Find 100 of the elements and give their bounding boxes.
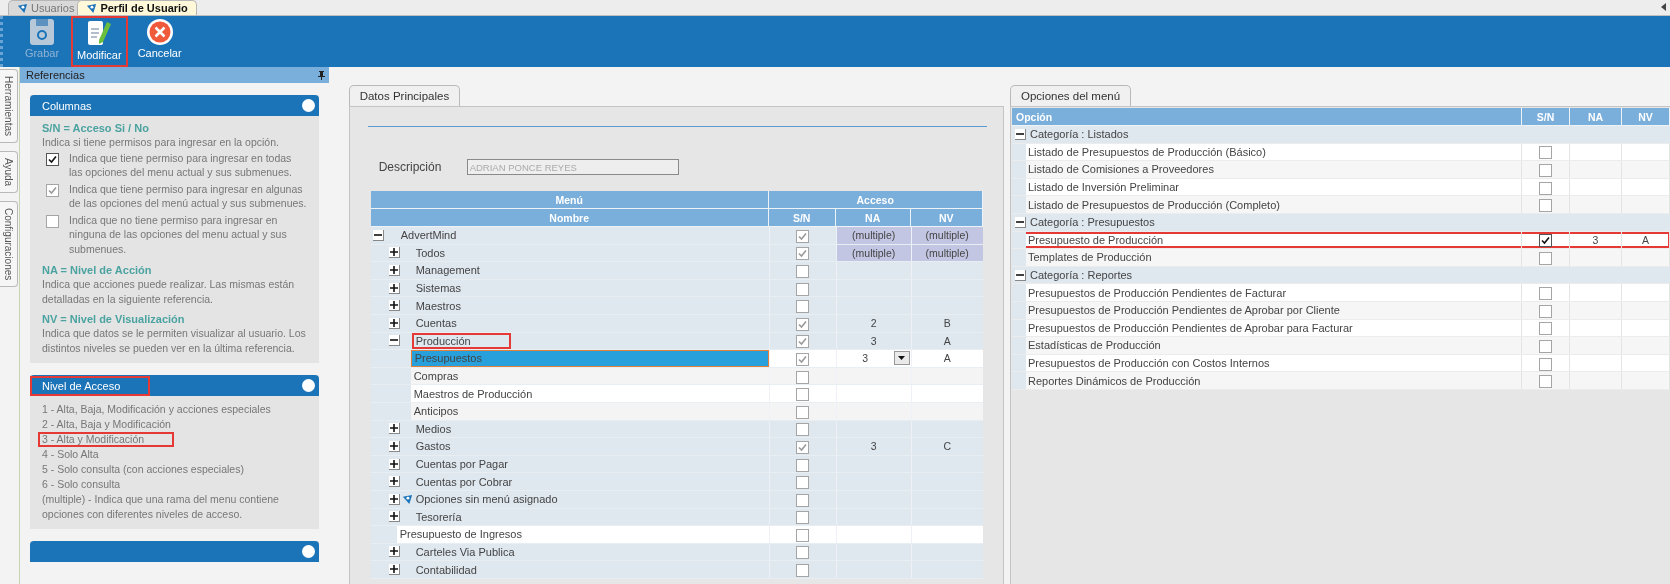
option-name: Presupuestos de Producción Pendientes de Aprobar por Cliente xyxy=(1026,301,1522,319)
edit-document-icon xyxy=(85,18,114,48)
collapse-toggle[interactable] xyxy=(388,335,400,347)
checkbox[interactable] xyxy=(796,458,810,472)
checkbox[interactable] xyxy=(796,511,810,525)
card-header[interactable]: Nivel de Acceso xyxy=(30,375,319,396)
access-level-value: 2 xyxy=(869,316,878,332)
option-name: Listado de Presupuestos de Producción (Completo) xyxy=(1026,196,1522,213)
expand-toggle[interactable] xyxy=(388,511,400,523)
checkbox[interactable] xyxy=(796,493,810,507)
checkbox[interactable] xyxy=(1539,164,1552,177)
expand-toggle[interactable] xyxy=(388,476,400,488)
checkbox[interactable] xyxy=(46,214,59,228)
checkbox[interactable] xyxy=(1539,339,1552,353)
expand-toggle[interactable] xyxy=(388,423,400,435)
checkbox[interactable] xyxy=(796,265,810,278)
menu-item-name[interactable]: Presupuesto de Ingresos xyxy=(396,526,769,543)
menu-item-name[interactable]: Todos xyxy=(411,244,446,262)
option-row[interactable]: Templates de Producción xyxy=(1012,249,1670,267)
card-title: Columnas xyxy=(41,98,93,114)
legend-text: Indica que no tiene permiso para ingresar en ninguna de las opciones del menu actual y sus submenues. xyxy=(69,212,288,256)
checkbox[interactable] xyxy=(1539,287,1552,301)
menu-item-name[interactable]: Gastos xyxy=(411,438,451,455)
menu-item-name[interactable]: Tesorería xyxy=(411,508,462,526)
logo-icon xyxy=(86,2,98,14)
expand-toggle[interactable] xyxy=(388,300,400,312)
collapse-toggle[interactable] xyxy=(1015,269,1026,281)
collapse-icon[interactable] xyxy=(301,545,315,558)
option-row[interactable]: Listado de Presupuestos de Producción (Completo) xyxy=(1012,196,1670,214)
edit-button[interactable]: Modificar xyxy=(71,16,128,67)
checkbox[interactable] xyxy=(796,405,810,419)
checkbox[interactable] xyxy=(796,423,810,437)
expand-toggle[interactable] xyxy=(388,282,400,294)
expand-toggle[interactable] xyxy=(388,265,400,276)
cancel-button[interactable]: Cancelar xyxy=(131,16,188,65)
panel-tab[interactable]: Opciones del menú xyxy=(1010,85,1132,106)
expand-toggle[interactable] xyxy=(388,247,400,259)
checkbox[interactable] xyxy=(796,388,810,402)
plus-icon xyxy=(389,565,398,574)
menu-item-name[interactable]: Sistemas xyxy=(411,279,461,297)
checkbox[interactable] xyxy=(796,300,810,314)
checkbox[interactable] xyxy=(1539,304,1552,318)
expand-toggle[interactable] xyxy=(388,458,400,470)
collapse-toggle[interactable] xyxy=(1015,129,1026,140)
checkbox[interactable] xyxy=(796,282,810,296)
checkbox[interactable] xyxy=(796,546,810,560)
document-tab[interactable]: Perfil de Usuario xyxy=(77,0,197,15)
option-row[interactable]: Reportes Dinámicos de Producción xyxy=(1012,372,1670,390)
menu-item-name[interactable]: Cuentas por Pagar xyxy=(411,455,508,473)
checkbox[interactable] xyxy=(1539,146,1552,160)
expand-toggle[interactable] xyxy=(388,546,400,558)
legend-text: Indica que datos se le permiten visualizar al usuario. Los distintos niveles se pueden ver en la última referencia. xyxy=(42,326,307,355)
menu-item-name[interactable]: Carteles Via Publica xyxy=(411,543,515,561)
card-header[interactable]: Columnas xyxy=(30,95,319,116)
card-header[interactable] xyxy=(30,541,319,562)
plus-icon xyxy=(389,424,398,433)
legend-text: Indica que tiene permiso para ingresar en todas las opciones del menu actual y sus submenues. xyxy=(69,150,293,180)
collapse-toggle[interactable] xyxy=(1015,216,1026,228)
scroll-left-icon[interactable] xyxy=(1661,3,1666,11)
side-tab[interactable]: Ayuda xyxy=(0,151,18,194)
menu-item-name[interactable]: Opciones sin menú asignado xyxy=(411,490,558,508)
pin-icon[interactable] xyxy=(317,70,325,80)
menu-item-name[interactable]: Contabilidad xyxy=(411,561,477,578)
panel-tab[interactable]: Datos Principales xyxy=(348,85,461,106)
collapse-icon[interactable] xyxy=(301,99,315,112)
collapse-icon[interactable] xyxy=(301,379,315,392)
checkbox[interactable] xyxy=(1539,199,1552,213)
option-name: Presupuestos de Producción con Costos Internos xyxy=(1026,354,1522,372)
side-tab[interactable]: Configuraciones xyxy=(0,201,18,288)
checkbox[interactable] xyxy=(1539,322,1552,336)
side-tab[interactable]: Herramientas xyxy=(0,69,18,144)
menu-item-name[interactable]: Maestros de Producción xyxy=(410,385,769,402)
menu-item-name[interactable]: Medios xyxy=(411,420,452,438)
checkbox[interactable] xyxy=(1539,234,1552,248)
checkbox[interactable] xyxy=(796,564,810,578)
expand-toggle[interactable] xyxy=(388,564,400,576)
checkbox[interactable] xyxy=(796,370,810,384)
checkbox[interactable] xyxy=(1539,251,1552,265)
option-row[interactable]: Estadísticas de Producción xyxy=(1012,337,1670,355)
menu-item-name[interactable]: Producción xyxy=(411,332,511,350)
collapse-toggle[interactable] xyxy=(372,229,384,241)
checkbox[interactable] xyxy=(1539,357,1552,371)
menu-item-name[interactable]: Management xyxy=(411,262,480,279)
option-row[interactable]: Presupuestos de Producción Pendientes de Facturar xyxy=(1012,284,1670,302)
logo-icon xyxy=(17,2,28,14)
menu-item-name[interactable]: Cuentas xyxy=(411,314,457,332)
option-row[interactable]: Listado de Comisiones a Proveedores xyxy=(1012,161,1670,179)
menu-item-name[interactable]: Cuentas por Cobrar xyxy=(411,473,513,490)
expand-toggle[interactable] xyxy=(388,317,400,329)
legend-text: Indica que tiene permiso para ingresar en algunas de las opciones del menú actual y sus submenues. xyxy=(69,181,307,211)
expand-toggle[interactable] xyxy=(388,493,400,505)
checkbox[interactable] xyxy=(1539,375,1552,389)
menu-item-name[interactable]: Maestros xyxy=(411,297,461,314)
checkbox[interactable] xyxy=(796,476,810,490)
menu-item-name[interactable]: AdvertMind xyxy=(396,227,457,244)
checkbox[interactable] xyxy=(796,528,810,542)
checkbox[interactable] xyxy=(1539,181,1552,195)
level-description: 6 - Solo consulta xyxy=(41,477,121,492)
expand-toggle[interactable] xyxy=(388,440,400,452)
caret-icon[interactable] xyxy=(893,351,910,366)
